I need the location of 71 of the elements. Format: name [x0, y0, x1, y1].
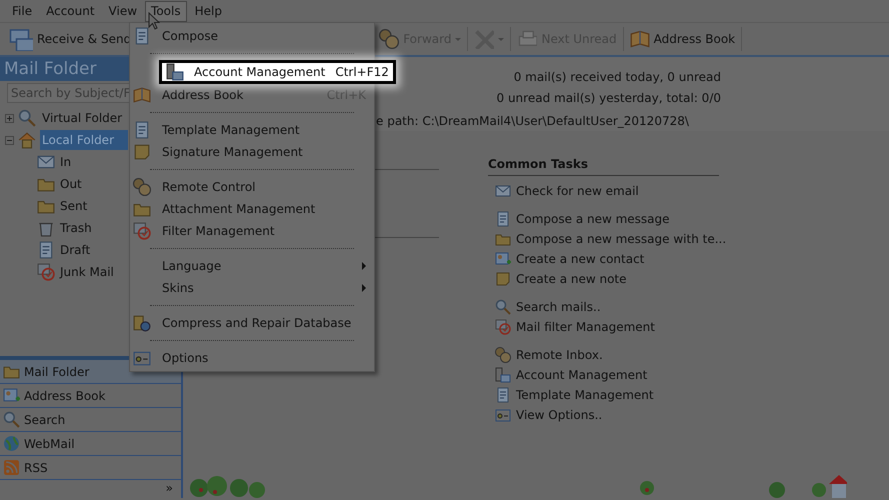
document-icon — [495, 211, 511, 227]
shortcut-text: Ctrl+F12 — [335, 64, 389, 81]
task-link[interactable]: Check for new email — [516, 182, 639, 200]
search-icon — [3, 411, 20, 428]
task-link[interactable]: Mail filter Management — [516, 318, 655, 336]
document-icon — [133, 27, 151, 45]
note-icon — [133, 143, 151, 161]
document-icon — [495, 387, 511, 403]
menu-item[interactable]: File — [6, 0, 38, 22]
rss-icon — [3, 459, 20, 476]
storage-path: e path: C:\DreamMail4\User\DefaultUser_20120728\ — [376, 113, 690, 130]
book-icon — [630, 29, 650, 49]
tree-item[interactable]: Junk Mail — [60, 263, 114, 281]
book-icon — [133, 86, 151, 104]
menu-item[interactable]: Compress and Repair Database — [130, 312, 374, 334]
printer-icon — [517, 29, 538, 49]
menu-item[interactable]: Skins — [130, 277, 374, 299]
menu-item[interactable]: Account — [40, 0, 101, 22]
tree-item[interactable]: Virtual Folder — [40, 108, 124, 128]
toolbar-button[interactable]: Address Book — [626, 24, 738, 54]
task-link[interactable]: Create a new contact — [516, 250, 644, 268]
menu-item[interactable]: Filter Management — [130, 220, 374, 242]
tree-item[interactable]: In — [60, 153, 72, 171]
task-link[interactable]: Compose a new message with te... — [516, 230, 726, 248]
expander-icon[interactable] — [5, 136, 14, 144]
menu-item[interactable]: View — [102, 0, 144, 22]
tree-item[interactable]: Out — [60, 175, 82, 193]
document-icon — [37, 241, 55, 259]
check-circle-icon — [495, 319, 511, 335]
nav-tab[interactable]: Search — [0, 408, 181, 432]
menu-item[interactable]: Attachment Management — [130, 198, 374, 220]
globe-icon — [3, 435, 20, 452]
task-link[interactable]: Remote Inbox. — [516, 346, 603, 364]
contact-card-icon — [3, 387, 20, 404]
expander-icon[interactable] — [5, 114, 14, 122]
menu-item[interactable]: Remote Control — [130, 176, 374, 198]
info-text: 0 unread mail(s) yesterday, total: 0/0 — [496, 90, 721, 107]
house-icon — [18, 131, 36, 149]
menu-item[interactable]: Compose — [130, 25, 374, 47]
info-text: 0 mail(s) received today, 0 unread — [514, 69, 721, 86]
task-link[interactable]: Create a new note — [516, 270, 627, 288]
menu-item[interactable]: Help — [188, 0, 228, 22]
nav-tab[interactable]: WebMail — [0, 432, 181, 456]
tree-item[interactable]: Draft — [60, 241, 90, 259]
section-heading: Common Tasks — [488, 155, 719, 176]
contact-card-icon — [495, 251, 511, 267]
nav-tab[interactable]: RSS — [0, 456, 181, 480]
task-link[interactable]: Compose a new message — [516, 210, 670, 228]
tree-item[interactable]: Trash — [60, 219, 92, 237]
check-circle-icon — [133, 222, 151, 240]
menu-item[interactable]: Template Management — [130, 119, 374, 141]
check-circle-icon — [37, 263, 55, 281]
envelope-icon — [37, 153, 55, 171]
menu-item[interactable]: Signature Management — [130, 141, 374, 163]
search-icon — [495, 299, 511, 315]
menu-item[interactable]: Language — [130, 255, 374, 277]
note-icon — [495, 271, 511, 287]
task-link[interactable]: Template Management — [516, 386, 654, 404]
task-link[interactable]: Account Management — [516, 366, 648, 384]
nav-tab[interactable]: Address Book — [0, 384, 181, 408]
more-button[interactable]: » — [166, 480, 173, 498]
envelope-icon — [495, 183, 511, 199]
task-link[interactable]: Search mails.. — [516, 298, 601, 316]
window-icon — [495, 407, 511, 423]
search-icon — [18, 109, 36, 127]
menu-item[interactable]: Account Management Ctrl+F12 — [159, 60, 396, 84]
task-link[interactable]: View Options.. — [516, 406, 602, 424]
window-icon — [133, 349, 151, 367]
document-icon — [133, 121, 151, 139]
tree-item[interactable]: Local Folder — [40, 130, 128, 150]
tree-item[interactable]: Sent — [60, 197, 88, 215]
